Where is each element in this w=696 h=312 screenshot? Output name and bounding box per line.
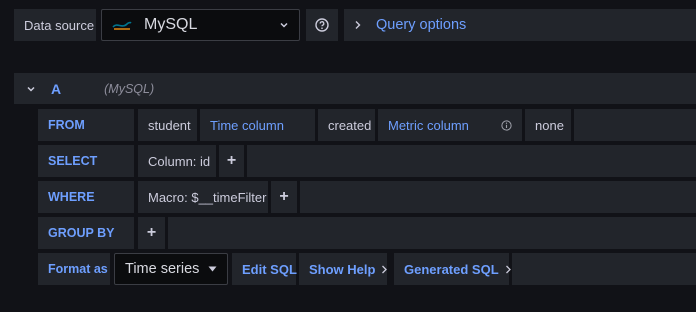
format-row-filler [512, 253, 696, 285]
where-keyword: WHERE [38, 181, 134, 213]
caret-down-icon [208, 266, 217, 272]
chevron-right-icon [505, 265, 512, 274]
mysql-logo [112, 18, 132, 32]
chevron-down-icon [279, 20, 289, 30]
time-column-value[interactable]: created [318, 109, 375, 141]
metric-column-label: Metric column [378, 109, 522, 141]
format-select-value: Time series [125, 261, 200, 277]
from-table[interactable]: student [138, 109, 197, 141]
group-by-row-filler [168, 217, 696, 249]
help-circle-icon [315, 18, 329, 32]
select-row-filler [247, 145, 696, 177]
query-row-header[interactable]: A (MySQL) [14, 73, 696, 104]
from-keyword: FROM [38, 109, 134, 141]
query-help-button[interactable] [306, 9, 338, 41]
where-row-filler [300, 181, 696, 213]
datasource-picker[interactable]: MySQL [101, 9, 300, 41]
show-help-button[interactable]: Show Help [299, 253, 388, 285]
edit-sql-button[interactable]: Edit SQL [232, 253, 297, 285]
collapse-chevron-icon[interactable] [26, 84, 36, 94]
format-select[interactable]: Time series [114, 253, 228, 285]
select-keyword: SELECT [38, 145, 134, 177]
where-macro[interactable]: Macro: $__timeFilter [138, 181, 268, 213]
datasource-name: MySQL [144, 16, 198, 33]
data-source-label: Data source [14, 9, 96, 41]
select-column[interactable]: Column: id [138, 145, 216, 177]
format-as-label: Format as [38, 253, 110, 285]
group-by-add-button[interactable]: + [138, 217, 165, 249]
query-options-label: Query options [376, 17, 467, 33]
metric-column-value[interactable]: none [525, 109, 571, 141]
chevron-right-icon [381, 265, 388, 274]
query-ref-datasource: (MySQL) [104, 81, 155, 96]
query-options-toggle[interactable]: Query options [344, 9, 696, 41]
select-add-button[interactable]: + [219, 145, 244, 177]
chevron-right-icon [354, 20, 362, 30]
from-row-filler [574, 109, 696, 141]
group-by-keyword: GROUP BY [38, 217, 134, 249]
info-icon[interactable] [501, 119, 512, 131]
generated-sql-button[interactable]: Generated SQL [394, 253, 512, 285]
time-column-label: Time column [200, 109, 315, 141]
where-add-button[interactable]: + [271, 181, 297, 213]
query-ref-id[interactable]: A [51, 81, 61, 97]
